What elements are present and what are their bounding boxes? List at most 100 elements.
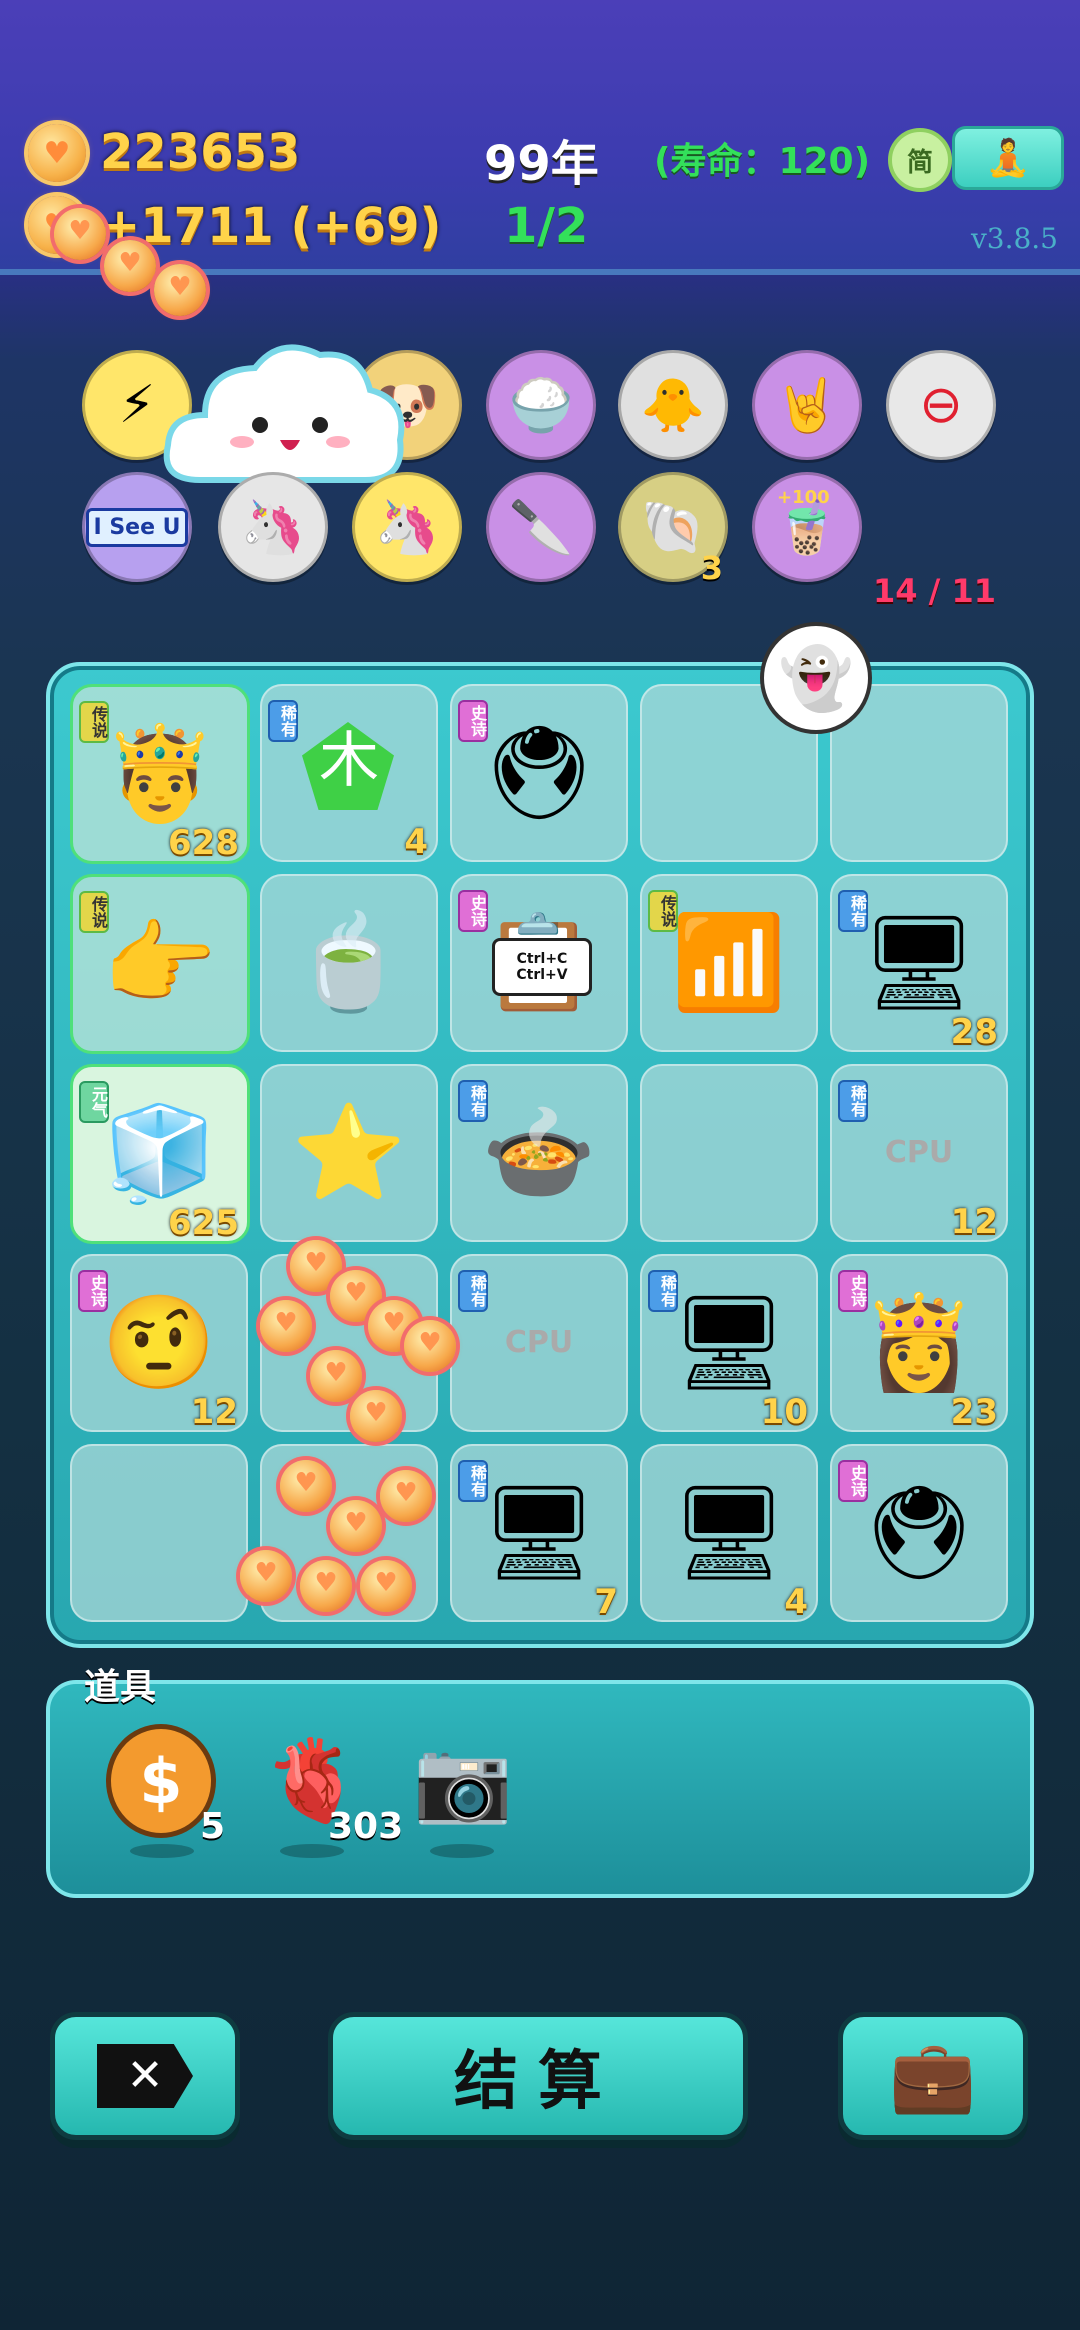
minus-icon: ⊖ <box>919 375 963 435</box>
floating-coin-icon <box>54 208 106 260</box>
floating-coin-icon <box>404 1320 456 1372</box>
cell-count: 628 <box>168 823 239 863</box>
cell-count: 23 <box>950 1392 998 1432</box>
heart-coin-icon <box>28 124 86 182</box>
simplified-chinese-button[interactable]: 简 <box>888 128 952 192</box>
board-cell[interactable]: 史诗📋Ctrl+C Ctrl+V <box>450 874 628 1052</box>
settle-button[interactable]: 结算 <box>328 2012 748 2140</box>
shortcut-caption: Ctrl+C Ctrl+V <box>492 938 592 996</box>
props-title: 道具 <box>84 1667 157 1708</box>
board-cell[interactable]: ⭐ <box>260 1064 438 1242</box>
cell-count: 7 <box>594 1582 618 1622</box>
wood-element-icon: 木 <box>319 726 379 796</box>
board-cell[interactable]: 稀有 🖥 7 <box>450 1444 628 1622</box>
prop-shadow <box>130 1844 194 1858</box>
lightning-icon: ⚡ <box>118 375 156 435</box>
powerup-minus[interactable]: ⊖ <box>886 350 996 460</box>
board-cell[interactable]: 稀有 CPU <box>450 1254 628 1432</box>
cell-count: 28 <box>950 1012 998 1052</box>
i-see-u-icon: I See U <box>86 507 188 547</box>
board-cell[interactable] <box>70 1444 248 1622</box>
cell-count: 12 <box>190 1392 238 1432</box>
camera-icon: 📷 <box>413 1734 513 1827</box>
powerup-shell[interactable]: 🐚 3 <box>618 472 728 587</box>
star-icon: ⭐ <box>291 1099 407 1206</box>
floating-coin-icon <box>350 1390 402 1442</box>
cpu-chip-icon: CPU <box>884 1135 954 1170</box>
cell-count: 4 <box>404 822 428 862</box>
version-label: v3.8.5 <box>970 222 1058 255</box>
rock-hand-icon: 🤘 <box>774 375 840 436</box>
server-tower-icon: 🖥 <box>480 1479 598 1586</box>
round-display: 1/2 <box>504 198 589 254</box>
year-display: 99年 <box>484 136 599 192</box>
pointing-hand-icon: 👉 <box>102 910 218 1017</box>
board-cell[interactable]: 稀有 🖥 28 <box>830 874 1008 1052</box>
powerup-unicorn[interactable]: 🦄 <box>352 472 462 582</box>
powerup-rock-hand[interactable]: 🤘 <box>752 350 862 460</box>
cleaver-icon: 🔪 <box>508 497 574 558</box>
delete-icon: ✕ <box>97 2044 193 2108</box>
server-tower-icon: 🖥 <box>670 1289 788 1396</box>
floating-coin-icon <box>104 240 156 292</box>
briefcase-icon: 💼 <box>889 2034 977 2117</box>
powerup-unicorn-twins[interactable]: 🦄 <box>218 472 328 582</box>
powerup-i-see-u[interactable]: I See U <box>82 472 192 582</box>
floating-coin-icon <box>330 1500 382 1552</box>
cell-count: 12 <box>950 1202 998 1242</box>
wifi-icon: 📶 <box>671 909 787 1016</box>
board-cell[interactable]: 稀有 🖥 10 <box>640 1254 818 1432</box>
chick-icon: 🐥 <box>640 375 706 436</box>
cpu-chip-icon: CPU <box>504 1325 574 1360</box>
board-cell[interactable]: 史诗 👸 23 <box>830 1254 1008 1432</box>
board-cell[interactable]: 元气 🧊 625 <box>70 1064 250 1244</box>
tea-bag-icon: 🍵 <box>291 909 407 1016</box>
board-cell[interactable]: 稀有 🍲 <box>450 1064 628 1242</box>
board-cell[interactable]: 稀有 CPU 12 <box>830 1064 1008 1242</box>
board-cell[interactable]: 传说 🤴 628 <box>70 684 250 864</box>
cell-count: 4 <box>784 1582 808 1622</box>
powerup-bowls[interactable]: 🍚 <box>486 350 596 460</box>
cell-count: 10 <box>760 1392 808 1432</box>
ghost-icon[interactable]: 👻 <box>760 622 872 734</box>
powerup-bubble-tea[interactable]: 🧋 +100 <box>752 472 862 582</box>
powerup-cleaver[interactable]: 🔪 <box>486 472 596 582</box>
powerup-chick[interactable]: 🐥 <box>618 350 728 460</box>
graphics-card-icon: 🖲 <box>480 719 598 826</box>
floating-coin-icon <box>154 264 206 316</box>
board-cell[interactable]: 史诗 🖲 <box>450 684 628 862</box>
camera-prop[interactable]: 📷 <box>408 1726 518 1836</box>
liver-count: 303 <box>328 1806 404 1847</box>
board-cell[interactable]: 🖥 4 <box>640 1444 818 1622</box>
bonus-badge: +100 <box>777 487 830 508</box>
bowls-icon: 🍚 <box>508 375 574 436</box>
crowned-girl-icon: 👸 <box>861 1289 977 1396</box>
cell-count: 625 <box>168 1203 239 1243</box>
remove-button[interactable]: ✕ <box>50 2012 240 2140</box>
powerup-counter: 14 / 11 <box>872 572 996 610</box>
income-display: +1711 (+69) <box>100 198 442 254</box>
board-cell[interactable]: 史诗 🖲 <box>830 1444 1008 1622</box>
king-sunglasses-icon: 🤴 <box>102 720 218 827</box>
smiling-monitor-icon: 🖥 <box>670 1479 788 1586</box>
shell-icon: 🐚 <box>640 497 706 558</box>
board-cell[interactable] <box>640 1064 818 1242</box>
meditate-button[interactable]: 🧘 <box>952 126 1064 190</box>
inventory-button[interactable]: 💼 <box>838 2012 1028 2140</box>
board-cell[interactable]: 传说 📶 <box>640 874 818 1052</box>
pressure-cooker-icon: 🍲 <box>481 1099 597 1206</box>
unicorn-icon: 🦄 <box>374 497 440 558</box>
floating-coin-icon <box>360 1560 412 1612</box>
board-cell[interactable]: 史诗 🤨 12 <box>70 1254 248 1432</box>
prop-shadow <box>430 1844 494 1858</box>
coin-total: 223653 <box>100 124 301 180</box>
lifespan-display: (寿命：120) <box>654 141 871 182</box>
floating-coin-icon <box>280 1460 332 1512</box>
board-cell[interactable]: 传说 👉 <box>70 874 250 1054</box>
fridge-icon: 🧊 <box>102 1100 218 1207</box>
floating-coin-icon <box>300 1560 352 1612</box>
board-cell[interactable]: 🍵 <box>260 874 438 1052</box>
floating-coin-icon <box>240 1550 292 1602</box>
settle-label: 结算 <box>454 2045 622 2119</box>
board-cell[interactable]: 稀有木 4 <box>260 684 438 862</box>
